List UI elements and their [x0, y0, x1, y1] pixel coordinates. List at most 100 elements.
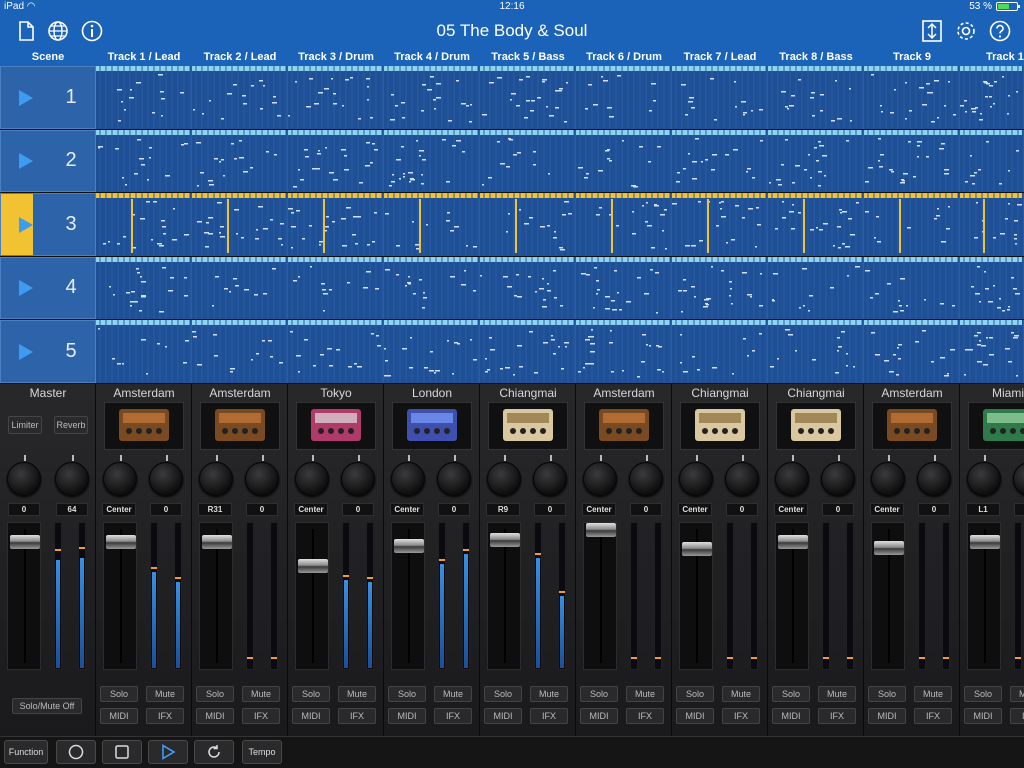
- midi-button[interactable]: MIDI: [676, 708, 714, 724]
- mute-button[interactable]: Mute: [722, 686, 760, 702]
- instrument-thumbnail[interactable]: [392, 402, 472, 450]
- gear-icon[interactable]: [954, 19, 978, 43]
- play-button[interactable]: [148, 740, 188, 764]
- clip-slot[interactable]: [96, 193, 192, 256]
- solo-button[interactable]: Solo: [580, 686, 618, 702]
- scene-launch-4[interactable]: 4: [0, 256, 96, 319]
- master-fader-handle[interactable]: [10, 535, 40, 549]
- pan-knob[interactable]: [967, 455, 1001, 496]
- clip-slot[interactable]: [96, 66, 192, 129]
- fader-handle[interactable]: [778, 535, 808, 549]
- pan-knob[interactable]: [775, 455, 809, 496]
- ifx-button[interactable]: IFX: [818, 708, 856, 724]
- track-header[interactable]: Track 6 / Drum: [576, 48, 672, 66]
- instrument-thumbnail[interactable]: [104, 402, 184, 450]
- clip-slot[interactable]: [864, 66, 960, 129]
- volume-fader[interactable]: [775, 522, 809, 670]
- send-knob[interactable]: [437, 455, 471, 496]
- midi-button[interactable]: MIDI: [964, 708, 1002, 724]
- track-header[interactable]: Track 7 / Lead: [672, 48, 768, 66]
- ifx-button[interactable]: IFX: [530, 708, 568, 724]
- pan-knob[interactable]: [679, 455, 713, 496]
- clip-slot[interactable]: [864, 256, 960, 319]
- record-button[interactable]: [56, 740, 96, 764]
- solo-button[interactable]: Solo: [964, 686, 1002, 702]
- clip-slot[interactable]: [384, 320, 480, 383]
- instrument-thumbnail[interactable]: [488, 402, 568, 450]
- send-knob[interactable]: [629, 455, 663, 496]
- pan-knob[interactable]: [583, 455, 617, 496]
- ifx-button[interactable]: IFX: [146, 708, 184, 724]
- send-knob[interactable]: [245, 455, 279, 496]
- tempo-button[interactable]: Tempo: [242, 740, 282, 764]
- midi-button[interactable]: MIDI: [868, 708, 906, 724]
- ifx-button[interactable]: IFX: [914, 708, 952, 724]
- scene-launch-3[interactable]: 3: [0, 193, 96, 256]
- track-header[interactable]: Track 3 / Drum: [288, 48, 384, 66]
- ifx-button[interactable]: IFX: [626, 708, 664, 724]
- resize-vertical-icon[interactable]: [920, 19, 944, 43]
- fader-handle[interactable]: [202, 535, 232, 549]
- instrument-thumbnail[interactable]: [872, 402, 952, 450]
- midi-button[interactable]: MIDI: [484, 708, 522, 724]
- mute-button[interactable]: Mute: [242, 686, 280, 702]
- track-header[interactable]: Track 10: [960, 48, 1024, 66]
- clip-slot[interactable]: [672, 193, 768, 256]
- solo-button[interactable]: Solo: [292, 686, 330, 702]
- clip-slot[interactable]: [768, 66, 864, 129]
- clip-slot[interactable]: [768, 256, 864, 319]
- mute-button[interactable]: Mute: [434, 686, 472, 702]
- volume-fader[interactable]: [103, 522, 137, 670]
- clip-slot[interactable]: [960, 320, 1024, 383]
- midi-button[interactable]: MIDI: [196, 708, 234, 724]
- fader-handle[interactable]: [682, 542, 712, 556]
- mute-button[interactable]: Mute: [914, 686, 952, 702]
- pan-knob[interactable]: [871, 455, 905, 496]
- clip-slot[interactable]: [192, 320, 288, 383]
- clip-slot[interactable]: [960, 256, 1024, 319]
- solo-button[interactable]: Solo: [484, 686, 522, 702]
- fader-handle[interactable]: [298, 559, 328, 573]
- pan-knob[interactable]: [295, 455, 329, 496]
- solo-button[interactable]: Solo: [772, 686, 810, 702]
- ifx-button[interactable]: IFX: [1010, 708, 1024, 724]
- ifx-button[interactable]: IFX: [242, 708, 280, 724]
- clip-slot[interactable]: [384, 66, 480, 129]
- help-icon[interactable]: [988, 19, 1012, 43]
- fader-handle[interactable]: [970, 535, 1000, 549]
- midi-button[interactable]: MIDI: [580, 708, 618, 724]
- clip-slot[interactable]: [96, 256, 192, 319]
- clip-slot[interactable]: [288, 256, 384, 319]
- volume-fader[interactable]: [295, 522, 329, 670]
- solo-mute-off-button[interactable]: Solo/Mute Off: [12, 698, 82, 714]
- clip-slot[interactable]: [192, 66, 288, 129]
- solo-button[interactable]: Solo: [676, 686, 714, 702]
- solo-button[interactable]: Solo: [196, 686, 234, 702]
- fader-handle[interactable]: [394, 539, 424, 553]
- instrument-thumbnail[interactable]: [200, 402, 280, 450]
- clip-slot[interactable]: [288, 66, 384, 129]
- track-header[interactable]: Track 4 / Drum: [384, 48, 480, 66]
- send-knob[interactable]: [149, 455, 183, 496]
- clip-slot[interactable]: [768, 193, 864, 256]
- clip-slot[interactable]: [480, 193, 576, 256]
- clip-slot[interactable]: [960, 129, 1024, 192]
- clip-slot[interactable]: [480, 129, 576, 192]
- ifx-button[interactable]: IFX: [722, 708, 760, 724]
- pan-knob[interactable]: [391, 455, 425, 496]
- solo-button[interactable]: Solo: [868, 686, 906, 702]
- mute-button[interactable]: Mute: [146, 686, 184, 702]
- limiter-button[interactable]: Limiter: [8, 416, 42, 434]
- instrument-thumbnail[interactable]: [584, 402, 664, 450]
- fader-handle[interactable]: [586, 523, 616, 537]
- clip-slot[interactable]: [960, 66, 1024, 129]
- send-knob[interactable]: [725, 455, 759, 496]
- clip-slot[interactable]: [480, 66, 576, 129]
- clip-slot[interactable]: [672, 66, 768, 129]
- instrument-thumbnail[interactable]: [296, 402, 376, 450]
- clip-slot[interactable]: [576, 320, 672, 383]
- track-header[interactable]: Track 2 / Lead: [192, 48, 288, 66]
- clip-slot[interactable]: [576, 129, 672, 192]
- volume-fader[interactable]: [199, 522, 233, 670]
- track-header[interactable]: Track 9: [864, 48, 960, 66]
